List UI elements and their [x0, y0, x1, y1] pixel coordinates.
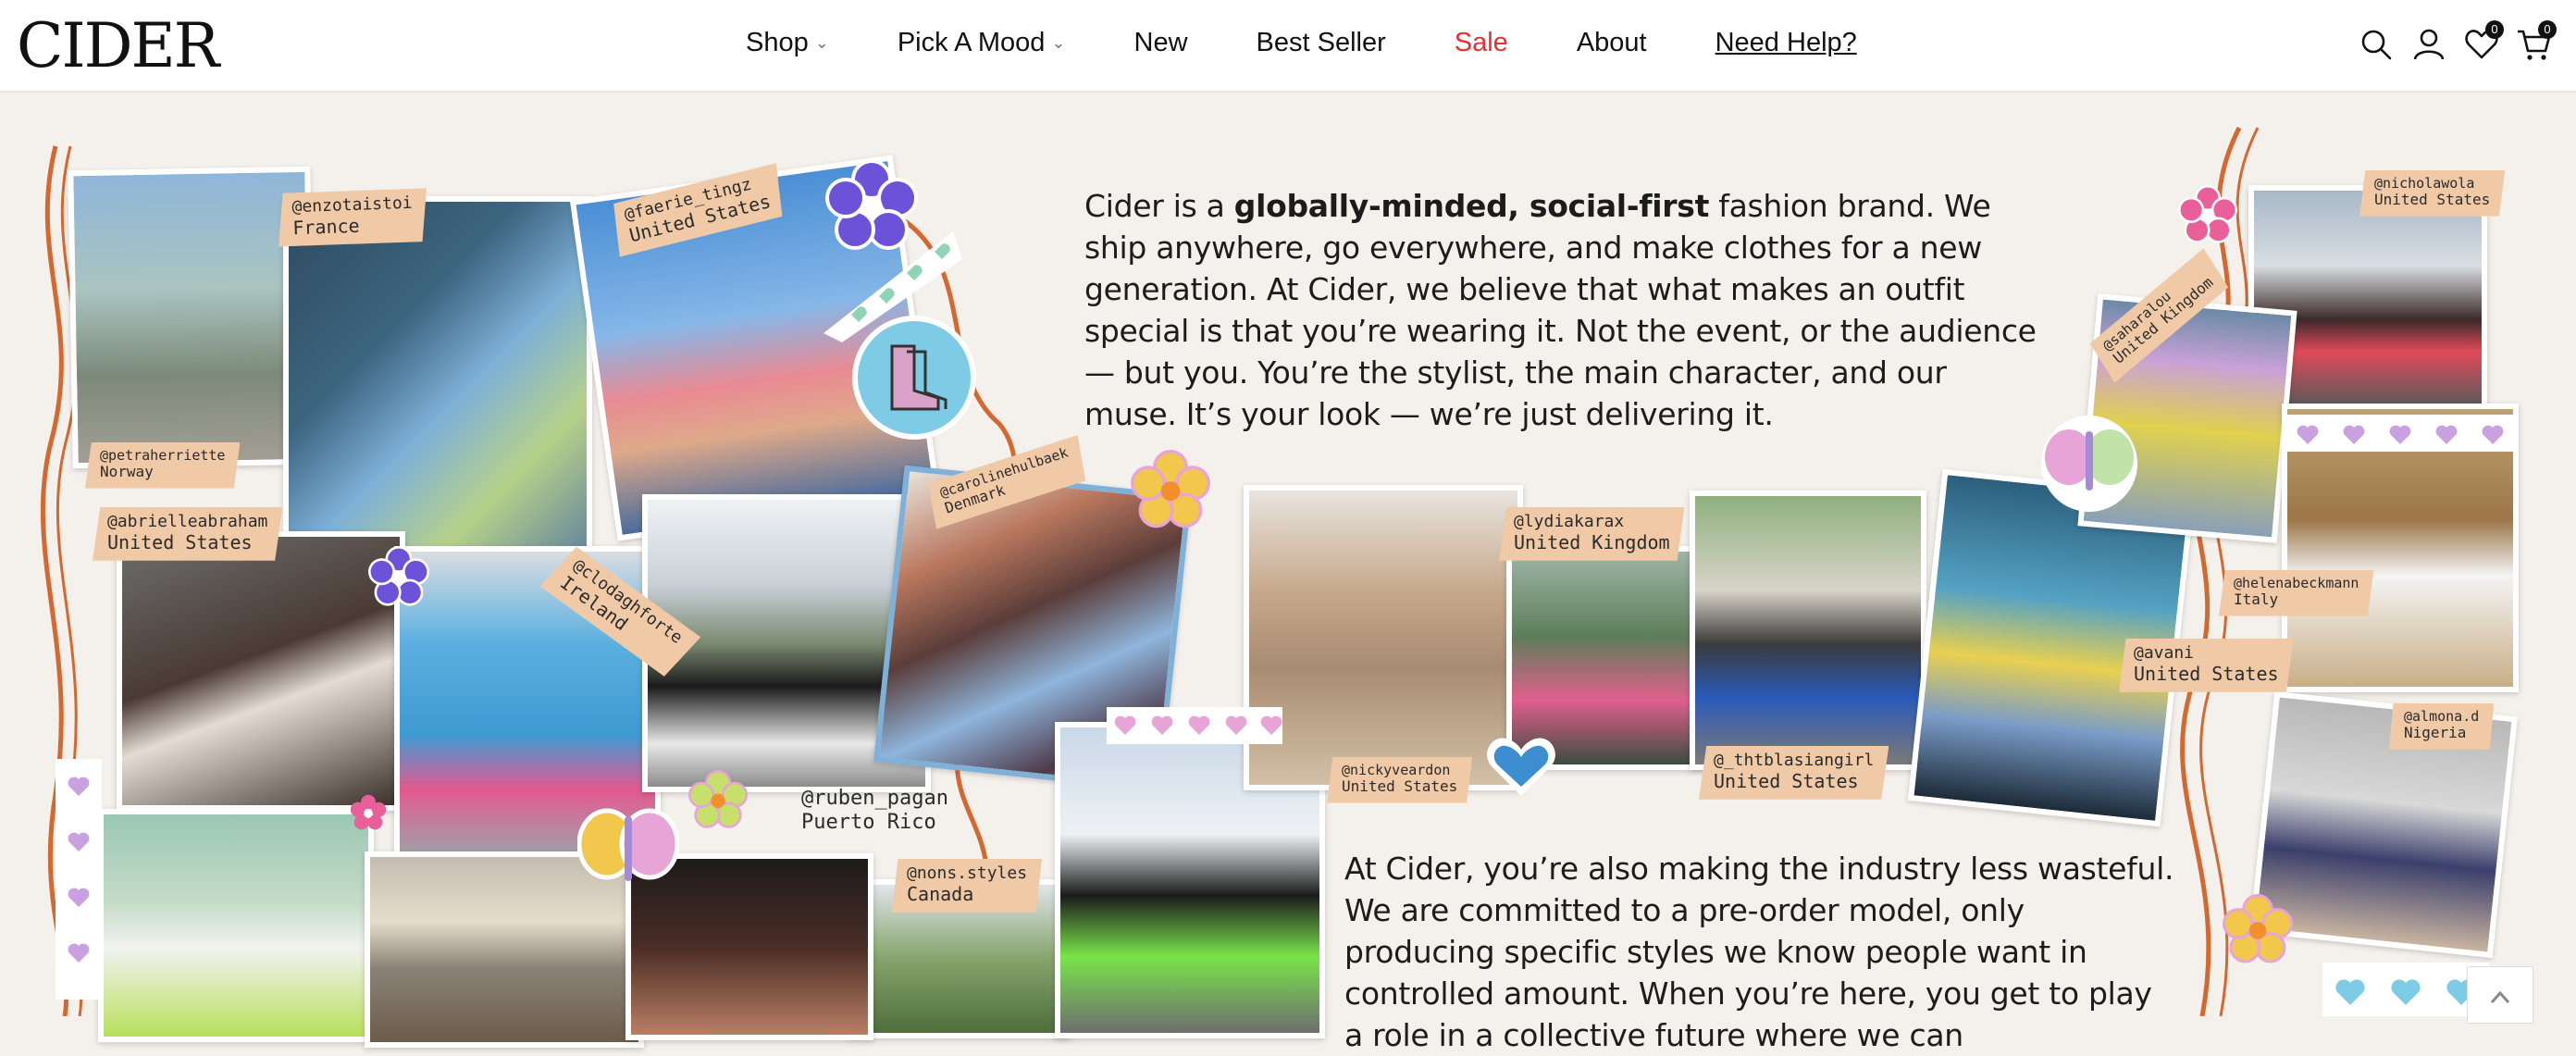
tag-handle: @nickyveardon [1342, 762, 1451, 778]
tag-country: United States [2374, 191, 2491, 209]
hearts-banner-icon [824, 231, 962, 342]
chevron-down-icon: ⌄ [814, 33, 829, 52]
cart-count-badge: 0 [2538, 20, 2557, 39]
nav-need-help[interactable]: Need Help? [1715, 28, 1857, 58]
creator-tag-nickyveardon: @nickyveardon United States [1327, 757, 1473, 803]
creator-tag-enzotaistoi: @enzotaistoi France [277, 188, 428, 246]
hearts-banner-icon [2322, 963, 2489, 1016]
search-icon[interactable] [2358, 26, 2395, 63]
site-header: CIDER Shop ⌄ Pick A Mood ⌄ New Best Seller… [0, 0, 2576, 93]
nav-pick-a-mood[interactable]: Pick A Mood ⌄ [898, 28, 1066, 58]
nav-pick-a-mood-label: Pick A Mood [897, 28, 1046, 57]
chevron-up-icon [2490, 990, 2510, 1004]
hearts-banner-icon [2285, 415, 2517, 452]
intro-text-bold: globally-minded, social-first [1233, 188, 1710, 224]
photo-thtblasiangirl[interactable] [1690, 491, 1926, 770]
cider-logo[interactable]: CIDER [17, 13, 219, 80]
tag-country: United States [1714, 769, 1859, 792]
tag-handle: @_thtblasiangirl [1714, 751, 1875, 770]
tag-handle: @abrielleabraham [107, 512, 268, 531]
sustainability-text: At Cider, you’re also making the industr… [1344, 851, 2174, 1053]
chevron-down-icon: ⌄ [1051, 33, 1066, 52]
photo-nickyveardon[interactable] [1244, 485, 1523, 790]
tag-handle: @helenabeckmann [2234, 575, 2359, 591]
tag-country: Nigeria [2404, 724, 2467, 742]
flower-sticker-icon [1131, 450, 1210, 528]
creator-tag-thtblasiangirl: @_thtblasiangirl United States [1699, 746, 1889, 800]
hearts-banner-icon [56, 759, 102, 1000]
header-icons: 0 0 [2358, 20, 2569, 63]
main-nav: Shop ⌄ Pick A Mood ⌄ New Best Seller Sale … [746, 28, 1857, 58]
scroll-to-top-button[interactable] [2467, 966, 2533, 1024]
nav-new[interactable]: New [1134, 28, 1188, 58]
cart-icon[interactable]: 0 [2516, 20, 2557, 63]
tag-country: United States [1342, 777, 1458, 796]
tag-handle: @petraherriette [100, 447, 226, 464]
flower-sticker-icon [2178, 185, 2237, 243]
creator-tag-almonad: @almona.d Nigeria [2389, 703, 2495, 750]
tag-handle: @lydiakarax [1514, 512, 1625, 531]
tag-handle: @nons.styles [907, 863, 1028, 883]
nav-sale[interactable]: Sale [1455, 28, 1508, 58]
photo-petraherriette[interactable] [68, 166, 316, 469]
hearts-banner-icon [1107, 707, 1282, 744]
flower-sticker-icon [368, 546, 429, 606]
nav-shop-label: Shop [746, 28, 809, 57]
creator-tag-petraherriette: @petraherriette Norway [85, 442, 241, 489]
flower-sticker-icon [350, 794, 387, 830]
creator-tag-abrielleabraham: @abrielleabraham United States [93, 507, 283, 561]
creator-tag-helenabeckmann: @helenabeckmann Italy [2219, 570, 2374, 616]
butterfly-sticker-icon [2041, 416, 2137, 512]
intro-paragraph: Cider is a globally-minded, social-first… [1084, 185, 2037, 435]
creator-caption-ruben-pagan: @ruben_pagan Puerto Rico [801, 787, 948, 836]
flower-sticker-icon [2223, 894, 2293, 963]
tag-country: United States [2134, 662, 2279, 685]
creator-tag-nons-styles: @nons.styles Canada [892, 859, 1043, 913]
creator-tag-lydiakarax: @lydiakarax United Kingdom [1499, 507, 1685, 561]
intro-text-before: Cider is a [1084, 188, 1234, 224]
tag-country: France [291, 214, 360, 239]
creator-tag-avani: @avani United States [2119, 639, 2294, 692]
tag-country: Puerto Rico [801, 811, 936, 835]
photo-bottom-left-1[interactable] [98, 809, 374, 1042]
nav-shop[interactable]: Shop ⌄ [746, 28, 829, 58]
tag-country: United States [107, 530, 253, 553]
nav-best-seller[interactable]: Best Seller [1257, 28, 1386, 58]
account-icon[interactable] [2410, 26, 2447, 63]
tag-handle: @nicholawola [2374, 175, 2475, 192]
tag-handle: @almona.d [2404, 708, 2480, 725]
tag-country: United Kingdom [1514, 530, 1670, 553]
flower-sticker-icon [688, 770, 748, 828]
intro-text-after: fashion brand. We ship anywhere, go ever… [1084, 188, 2037, 432]
heart-sticker-icon [1487, 738, 1555, 796]
tag-country: Canada [907, 882, 974, 905]
tag-country: Italy [2234, 590, 2279, 609]
photo-enzotaistoi[interactable] [283, 196, 592, 576]
tag-country: Norway [100, 463, 154, 481]
wishlist-icon[interactable]: 0 [2463, 20, 2504, 63]
nav-about[interactable]: About [1577, 28, 1647, 58]
photo-abrielleabraham[interactable] [117, 531, 405, 811]
tag-handle: @ruben_pagan [801, 787, 948, 810]
sustainability-paragraph: At Cider, you’re also making the industr… [1344, 848, 2177, 1056]
tag-handle: @avani [2134, 643, 2195, 663]
butterfly-sticker-icon [577, 808, 679, 881]
wishlist-count-badge: 0 [2485, 20, 2504, 39]
creator-tag-nicholawola: @nicholawola United States [2359, 170, 2506, 217]
